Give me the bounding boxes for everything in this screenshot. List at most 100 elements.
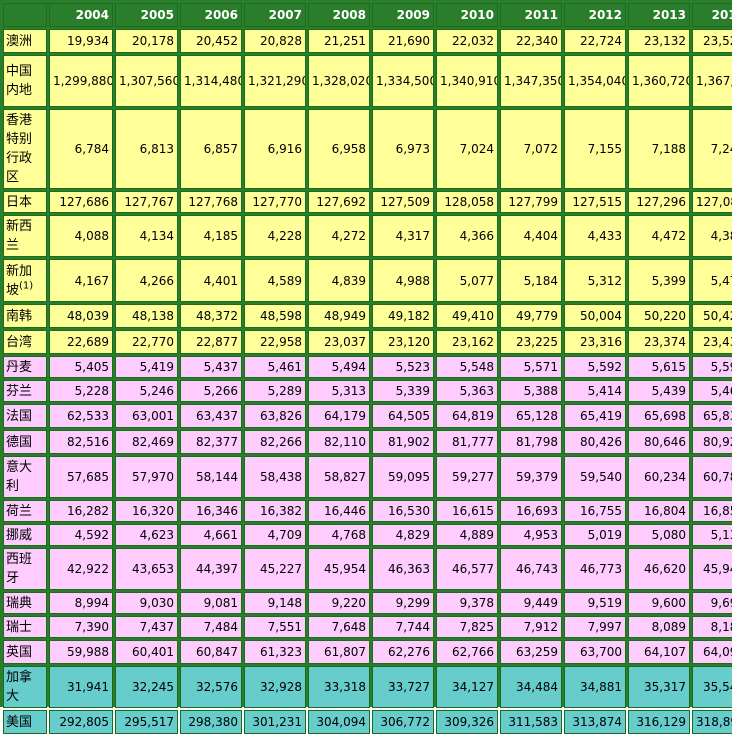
population-cell: 82,266	[244, 430, 306, 454]
population-cell: 1,328,020	[308, 55, 370, 107]
population-cell: 7,484	[180, 616, 242, 638]
population-cell: 82,469	[115, 430, 178, 454]
population-cell: 65,419	[564, 404, 626, 428]
region-name: 荷兰	[6, 503, 33, 519]
population-cell: 34,484	[500, 666, 562, 708]
population-cell: 16,615	[436, 500, 498, 522]
population-cell: 43,653	[115, 548, 178, 590]
population-cell: 22,689	[49, 330, 113, 354]
population-cell: 5,597	[692, 356, 732, 378]
population-cell: 7,072	[500, 109, 562, 189]
population-cell: 60,847	[180, 640, 242, 664]
population-cell: 5,461	[244, 356, 306, 378]
region-label: 芬兰	[3, 380, 47, 402]
population-cell: 8,994	[49, 592, 113, 614]
population-cell: 62,276	[372, 640, 434, 664]
population-cell: 16,804	[628, 500, 690, 522]
population-cell: 32,576	[180, 666, 242, 708]
population-cell: 4,433	[564, 215, 626, 257]
population-cell: 23,434	[692, 330, 732, 354]
population-cell: 19,934	[49, 29, 113, 53]
population-cell: 4,953	[500, 524, 562, 546]
population-cell: 5,339	[372, 380, 434, 402]
table-row: 中国内地 1,299,880 1,307,560 1,314,480 1,321,290…	[3, 55, 732, 107]
population-cell: 8,188	[692, 616, 732, 638]
region-label: 瑞士	[3, 616, 47, 638]
region-name: 英国	[6, 644, 33, 660]
table-row: 法国 62,533 63,001 63,437 63,826 64,179 64,505 64…	[3, 404, 732, 428]
population-cell: 6,916	[244, 109, 306, 189]
population-cell: 298,380	[180, 710, 242, 734]
year-header: 2008	[308, 3, 370, 27]
region-name: 澳洲	[6, 33, 33, 49]
population-cell: 5,388	[500, 380, 562, 402]
population-cell: 4,228	[244, 215, 306, 257]
population-cell: 7,825	[436, 616, 498, 638]
population-cell: 4,185	[180, 215, 242, 257]
table-row: 芬兰 5,228 5,246 5,266 5,289 5,313 5,339 5,363 5,3…	[3, 380, 732, 402]
region-label: 日本	[3, 191, 47, 213]
population-cell: 5,313	[308, 380, 370, 402]
population-cell: 81,798	[500, 430, 562, 454]
region-name: 挪威	[6, 527, 33, 543]
region-label: 香港特别行政区	[3, 109, 47, 189]
region-label: 法国	[3, 404, 47, 428]
table-row: 丹麦 5,405 5,419 5,437 5,461 5,494 5,523 5,548 5,5…	[3, 356, 732, 378]
population-cell: 82,110	[308, 430, 370, 454]
region-name: 日本	[6, 194, 33, 210]
population-cell: 20,178	[115, 29, 178, 53]
population-cell: 5,437	[180, 356, 242, 378]
population-cell: 16,382	[244, 500, 306, 522]
population-cell: 7,242	[692, 109, 732, 189]
population-cell: 59,379	[500, 456, 562, 498]
population-cell: 22,958	[244, 330, 306, 354]
population-cell: 50,424	[692, 304, 732, 328]
population-cell: 65,698	[628, 404, 690, 428]
population-cell: 7,155	[564, 109, 626, 189]
population-cell: 292,805	[49, 710, 113, 734]
region-label: 瑞典	[3, 592, 47, 614]
population-cell: 23,374	[628, 330, 690, 354]
population-cell: 63,437	[180, 404, 242, 428]
year-header: 2007	[244, 3, 306, 27]
population-cell: 23,162	[436, 330, 498, 354]
population-cell: 7,744	[372, 616, 434, 638]
population-cell: 45,954	[308, 548, 370, 590]
region-name: 新西兰	[6, 219, 33, 253]
population-cell: 33,727	[372, 666, 434, 708]
population-cell: 22,032	[436, 29, 498, 53]
population-cell: 23,120	[372, 330, 434, 354]
region-name: 法国	[6, 408, 33, 424]
population-cell: 127,509	[372, 191, 434, 213]
population-cell: 5,080	[628, 524, 690, 546]
population-cell: 7,912	[500, 616, 562, 638]
population-cell: 128,058	[436, 191, 498, 213]
population-cell: 49,182	[372, 304, 434, 328]
population-cell: 82,516	[49, 430, 113, 454]
population-cell: 4,088	[49, 215, 113, 257]
population-cell: 59,988	[49, 640, 113, 664]
population-cell: 32,928	[244, 666, 306, 708]
population-cell: 5,399	[628, 259, 690, 302]
population-cell: 32,245	[115, 666, 178, 708]
population-cell: 5,571	[500, 356, 562, 378]
population-cell: 309,326	[436, 710, 498, 734]
population-cell: 62,533	[49, 404, 113, 428]
population-cell: 9,378	[436, 592, 498, 614]
population-cell: 22,877	[180, 330, 242, 354]
population-cell: 7,188	[628, 109, 690, 189]
population-cell: 4,839	[308, 259, 370, 302]
population-cell: 48,372	[180, 304, 242, 328]
population-cell: 34,127	[436, 666, 498, 708]
population-cell: 4,366	[436, 215, 498, 257]
population-cell: 22,340	[500, 29, 562, 53]
population-cell: 5,137	[692, 524, 732, 546]
population-cell: 23,132	[628, 29, 690, 53]
population-cell: 4,768	[308, 524, 370, 546]
population-cell: 46,743	[500, 548, 562, 590]
population-cell: 127,770	[244, 191, 306, 213]
table-body: 澳洲 19,934 20,178 20,452 20,828 21,251 21,690 22…	[3, 29, 732, 734]
year-header: 2014	[692, 3, 732, 27]
region-name: 瑞士	[6, 619, 33, 635]
population-cell: 9,030	[115, 592, 178, 614]
